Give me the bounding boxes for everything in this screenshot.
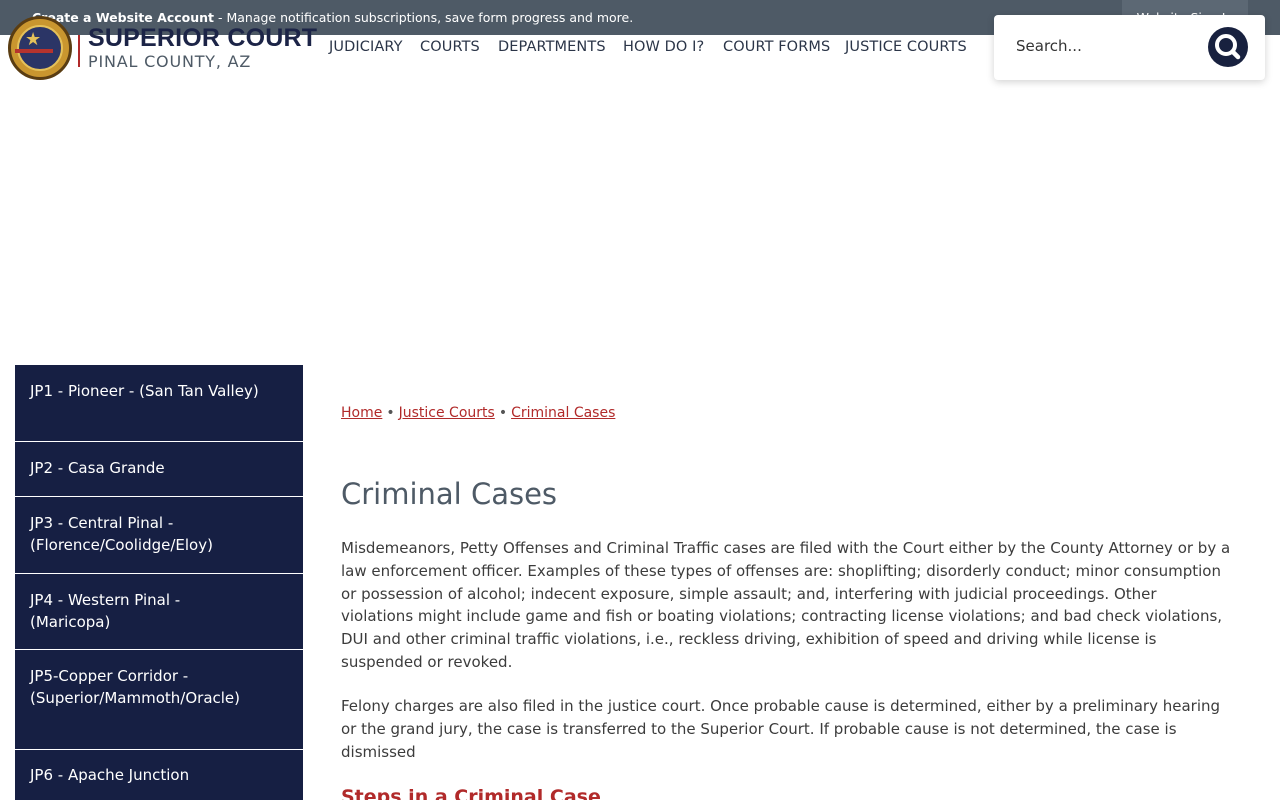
nav-courts[interactable]: COURTS (420, 39, 480, 55)
nav-court-forms[interactable]: COURT FORMS (723, 39, 830, 55)
sidebar-item-jp1[interactable]: JP1 - Pioneer - (San Tan Valley) (15, 365, 303, 441)
breadcrumb: Home • Justice Courts • Criminal Cases (341, 405, 615, 421)
search-box (994, 15, 1265, 80)
search-button[interactable] (1208, 27, 1248, 67)
logo-divider (78, 35, 80, 67)
content-paragraph: Misdemeanors, Petty Offenses and Crimina… (341, 539, 1231, 671)
page-title: Criminal Cases (341, 477, 558, 511)
breadcrumb-separator: • (498, 405, 508, 421)
account-message-text: - Manage notification subscriptions, sav… (214, 10, 634, 25)
sidebar-item-jp6[interactable]: JP6 - Apache Junction (15, 750, 303, 800)
sidebar-item-jp2[interactable]: JP2 - Casa Grande (15, 442, 303, 496)
nav-departments[interactable]: DEPARTMENTS (498, 39, 606, 55)
nav-justice-courts[interactable]: JUSTICE COURTS (845, 39, 967, 55)
breadcrumb-home[interactable]: Home (341, 405, 382, 421)
court-seal-icon[interactable]: ★ (8, 16, 72, 80)
site-title[interactable]: SUPERIOR COURT (88, 24, 317, 52)
content-paragraph: Felony charges are also filed in the jus… (341, 697, 1221, 761)
account-message[interactable]: Create a Website Account - Manage notifi… (32, 10, 633, 25)
section-heading: Steps in a Criminal Case (341, 786, 601, 800)
nav-judiciary[interactable]: JUDICIARY (329, 39, 403, 55)
sidebar-item-jp4[interactable]: JP4 - Western Pinal - (Maricopa) (15, 574, 303, 649)
breadcrumb-separator: • (386, 405, 395, 421)
sidebar-item-jp3[interactable]: JP3 - Central Pinal - (Florence/Coolidge… (15, 497, 303, 573)
search-icon (1215, 34, 1241, 60)
site-subtitle[interactable]: PINAL COUNTY, AZ (88, 52, 251, 71)
sidebar-item-jp5[interactable]: JP5-Copper Corridor - (Superior/Mammoth/… (15, 650, 303, 749)
breadcrumb-justice-courts[interactable]: Justice Courts (399, 405, 495, 421)
nav-how-do-i[interactable]: HOW DO I? (623, 39, 704, 55)
breadcrumb-current[interactable]: Criminal Cases (511, 405, 615, 421)
search-input[interactable] (1016, 37, 1186, 55)
